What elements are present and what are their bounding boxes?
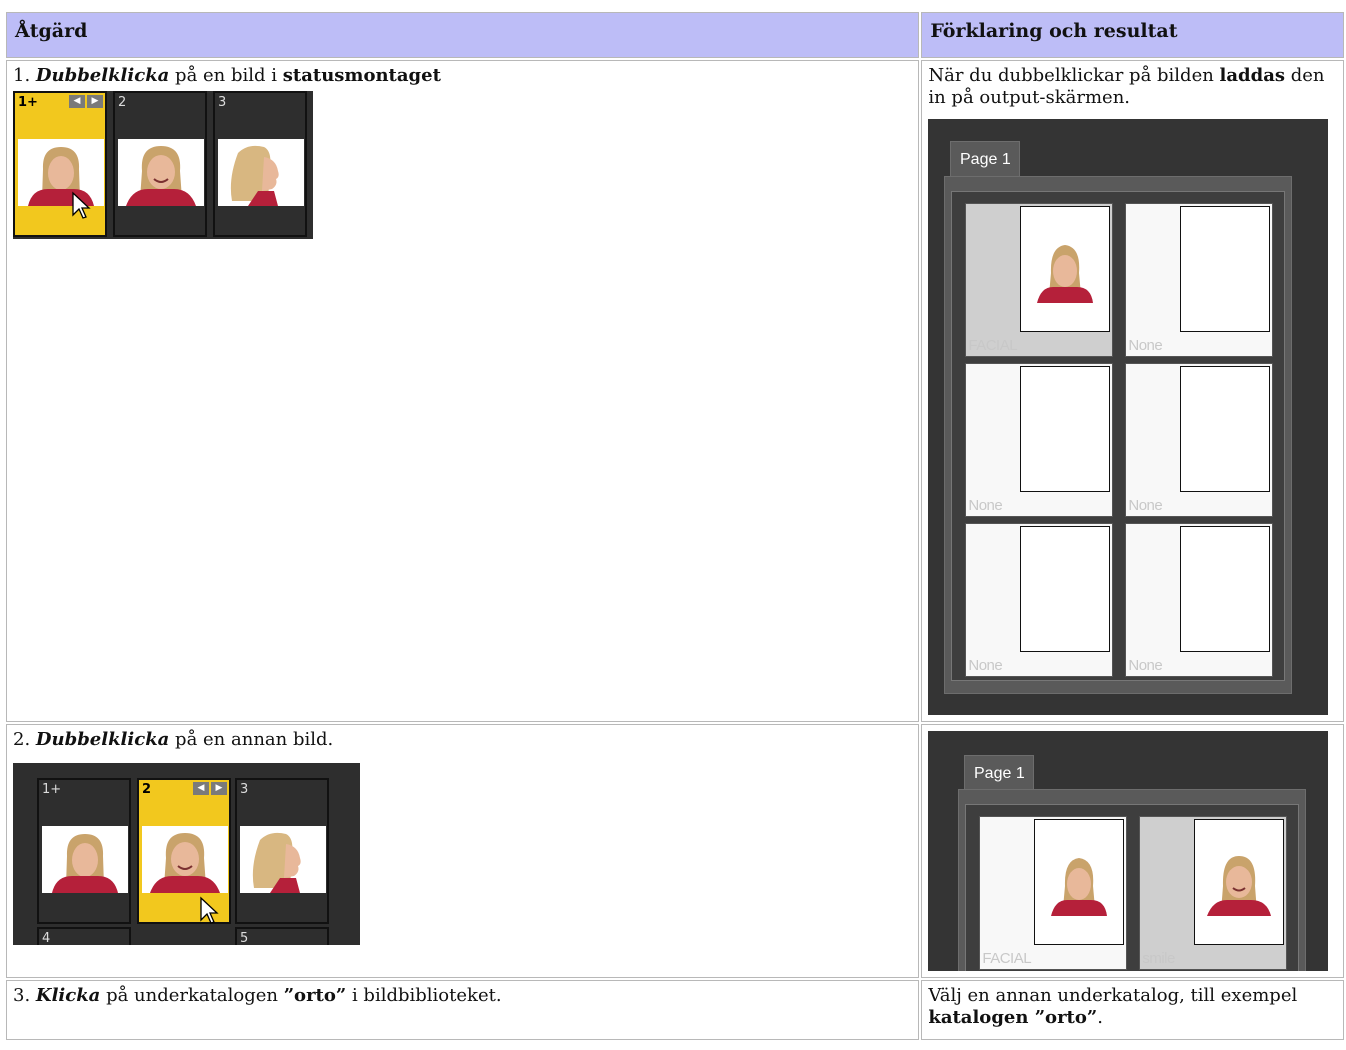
thumbnail-3[interactable]: 3 xyxy=(235,778,329,924)
thumbnail-1[interactable]: 1+ xyxy=(37,778,131,924)
slot-card xyxy=(1020,366,1111,492)
girl-face-image xyxy=(52,834,118,893)
row2-action-text: 2. Dubbelklicka på en annan bild. xyxy=(13,729,334,750)
tab-page-1[interactable]: Page 1 xyxy=(950,141,1021,177)
girl-face-image xyxy=(1051,858,1108,916)
row3-action-text: 3. Klicka på underkatalogen ”orto” i bil… xyxy=(13,985,502,1006)
next-arrow-icon[interactable]: ▶ xyxy=(87,95,103,108)
slot-label: None xyxy=(1128,497,1163,514)
thumbnail-2[interactable]: 2 ◀ ▶ xyxy=(137,778,231,924)
thumbnail-number: 5 xyxy=(240,931,249,945)
next-arrow-icon[interactable]: ▶ xyxy=(211,782,227,795)
row2-action-cell: 2. Dubbelklicka på en annan bild. 1+ 2 ◀… xyxy=(6,724,920,978)
girl-smile-image xyxy=(150,833,220,893)
face-photo xyxy=(118,139,204,206)
girl-profile-image xyxy=(252,832,301,893)
girl-face-image xyxy=(1037,245,1094,303)
thumbnail-nav: ◀ ▶ xyxy=(69,95,103,108)
thumbnail-2[interactable]: 2 xyxy=(113,91,207,237)
mouse-cursor-icon xyxy=(200,896,219,924)
output-screen: Page 1 FACIAL xyxy=(928,731,1329,971)
face-photo xyxy=(218,139,304,206)
row1-explanation-cell: När du dubbelklickar på bilden laddas de… xyxy=(921,60,1344,722)
thumbnail-1[interactable]: 1+ ◀ ▶ xyxy=(13,91,107,237)
page-grid: FACIAL smile xyxy=(965,804,1300,971)
tab-page-1[interactable]: Page 1 xyxy=(964,755,1035,791)
thumbnail-number: 3 xyxy=(240,782,249,797)
face-photo xyxy=(42,826,128,893)
row1-action-text: 1. Dubbelklicka på en bild i statusmonta… xyxy=(13,65,441,86)
header-explanation: Förklaring och resultat xyxy=(921,12,1344,58)
page-frame: FACIAL None None None None None xyxy=(944,176,1293,694)
slot-label: smile xyxy=(1142,950,1175,967)
row3-explanation-text: Välj en annan underkatalog, till exempel… xyxy=(928,985,1298,1028)
slot-label: None xyxy=(968,657,1003,674)
slot-card xyxy=(1020,206,1111,332)
row1-verb: Dubbelklicka xyxy=(35,65,170,86)
face-photo xyxy=(18,139,104,206)
output-slot[interactable]: FACIAL xyxy=(965,203,1114,357)
slot-label: None xyxy=(1128,657,1163,674)
row1-explanation-text: När du dubbelklickar på bilden laddas de… xyxy=(928,65,1325,108)
slot-card xyxy=(1020,526,1111,652)
page-grid: FACIAL None None None None None xyxy=(951,191,1286,681)
mouse-cursor-icon xyxy=(72,191,91,219)
row1-action-cell: 1. Dubbelklicka på en bild i statusmonta… xyxy=(6,60,920,722)
slot-label: FACIAL xyxy=(982,950,1032,967)
girl-face-image xyxy=(28,147,94,206)
slot-card xyxy=(1180,206,1271,332)
output-slot[interactable]: FACIAL xyxy=(979,816,1128,970)
thumbnail-number: 3 xyxy=(218,95,227,110)
slot-label: None xyxy=(1128,337,1163,354)
thumbnail-number: 4 xyxy=(42,931,51,945)
slot-card xyxy=(1180,526,1271,652)
output-slot[interactable]: None xyxy=(965,363,1114,517)
status-montage-strip: 1+ ◀ ▶ 2 3 xyxy=(13,91,313,239)
output-slot[interactable]: smile xyxy=(1139,816,1288,970)
girl-smile-image xyxy=(1207,856,1272,916)
slot-label: None xyxy=(968,497,1003,514)
thumbnail-number: 2 xyxy=(118,95,127,110)
header-action: Åtgärd xyxy=(6,12,920,58)
girl-smile-image xyxy=(126,146,196,206)
output-slot[interactable]: None xyxy=(1125,363,1274,517)
prev-arrow-icon[interactable]: ◀ xyxy=(69,95,85,108)
output-screen: Page 1 FACIAL xyxy=(928,119,1329,715)
output-slot[interactable]: None xyxy=(1125,523,1274,677)
row3-action-cell: 3. Klicka på underkatalogen ”orto” i bil… xyxy=(6,980,920,1040)
row3-verb: Klicka xyxy=(35,985,101,1006)
status-montage-strip: 1+ 2 ◀ ▶ 3 4 5 xyxy=(13,763,360,945)
slot-label: FACIAL xyxy=(968,337,1018,354)
thumbnail-number: 1+ xyxy=(18,95,38,110)
prev-arrow-icon[interactable]: ◀ xyxy=(193,782,209,795)
thumbnail-3[interactable]: 3 xyxy=(213,91,307,237)
instruction-table: Åtgärd Förklaring och resultat 1. Dubbel… xyxy=(4,10,1346,1042)
girl-profile-image xyxy=(230,145,279,206)
page-frame: FACIAL smile xyxy=(958,789,1307,971)
face-photo xyxy=(142,826,228,893)
row2-explanation-cell: Page 1 FACIAL smile xyxy=(921,724,1344,978)
face-photo xyxy=(240,826,326,893)
thumbnail-4[interactable]: 4 xyxy=(37,927,131,945)
thumbnail-nav: ◀ ▶ xyxy=(193,782,227,795)
thumbnail-number: 1+ xyxy=(42,782,62,797)
slot-card xyxy=(1034,819,1125,945)
row3-explanation-cell: Välj en annan underkatalog, till exempel… xyxy=(921,980,1344,1040)
slot-card xyxy=(1194,819,1285,945)
thumbnail-5[interactable]: 5 xyxy=(235,927,329,945)
slot-card xyxy=(1180,366,1271,492)
thumbnail-number: 2 xyxy=(142,782,152,797)
output-slot[interactable]: None xyxy=(1125,203,1274,357)
row2-verb: Dubbelklicka xyxy=(35,729,170,750)
output-slot[interactable]: None xyxy=(965,523,1114,677)
